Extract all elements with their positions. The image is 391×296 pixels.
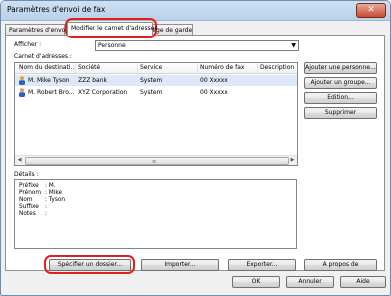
col-header-service[interactable]: Service — [140, 64, 162, 71]
col-header-societe[interactable]: Société — [78, 64, 100, 71]
cell-fax: 00 Xxxxx — [200, 89, 228, 96]
about-button[interactable]: A propos de — [304, 259, 377, 271]
cell-service: System — [140, 77, 163, 84]
tab-parametres-envoi[interactable]: Paramètres d'envoi — [5, 24, 67, 35]
delete-button[interactable]: Supprimer — [304, 107, 377, 119]
detail-key: Prénom — [19, 190, 42, 196]
cell-nom: M. Robert Bro... — [28, 89, 75, 96]
edit-button[interactable]: Edition... — [304, 92, 377, 104]
col-header-fax[interactable]: Numéro de fax — [200, 64, 245, 71]
horizontal-scrollbar[interactable]: ◀ ≡ ▶ — [15, 155, 297, 165]
detail-key: Nom — [19, 197, 33, 203]
title-bar[interactable]: Paramètres d'envoi de fax ✕ — [1, 1, 390, 21]
detail-key: Notes — [19, 211, 36, 217]
tab-modifier-carnet[interactable]: Modifier le carnet d'adresses — [67, 22, 158, 36]
scroll-left-icon[interactable]: ◀ — [15, 156, 24, 165]
window-title: Paramètres d'envoi de fax — [7, 5, 106, 14]
specify-folder-button[interactable]: Spécifier un dossier... — [49, 259, 131, 271]
afficher-label: Afficher : — [14, 41, 42, 48]
cell-service: System — [140, 89, 163, 96]
close-button[interactable]: ✕ — [356, 3, 386, 18]
scrollbar-thumb[interactable]: ≡ — [25, 157, 289, 165]
afficher-value: Personne — [98, 42, 126, 49]
detail-value: : Mike — [45, 190, 63, 196]
afficher-select[interactable]: Personne ▼ — [95, 40, 299, 51]
cell-societe: XYZ Corporation — [78, 89, 128, 96]
cell-societe: ZZZ bank — [78, 77, 108, 84]
details-box: Préfixe : M. Prénom : Mike Nom : Tyson S… — [14, 179, 297, 249]
detail-value: : M. — [45, 183, 56, 189]
scroll-right-icon[interactable]: ▶ — [288, 156, 297, 165]
grip-icon: ≡ — [152, 159, 157, 165]
details-label: Détails : — [14, 171, 39, 178]
list-header: Nom du destinati... Société Service Numé… — [15, 63, 297, 74]
help-button[interactable]: Aide — [340, 276, 386, 288]
person-icon — [19, 88, 25, 97]
dialog-window: Paramètres d'envoi de fax ✕ Paramètres d… — [0, 0, 391, 296]
detail-value: : — [45, 211, 47, 217]
chevron-down-icon: ▼ — [291, 42, 296, 49]
col-header-description[interactable]: Description — [260, 64, 294, 71]
import-button[interactable]: Importer... — [141, 259, 219, 271]
detail-key: Suffixe — [19, 204, 39, 210]
table-row[interactable]: M. Robert Bro... XYZ Corporation System … — [15, 87, 297, 98]
export-button[interactable]: Exporter... — [228, 259, 296, 271]
col-header-nom[interactable]: Nom du destinati... — [19, 64, 76, 71]
carnet-label: Carnet d'adresses : — [14, 53, 72, 60]
add-person-button[interactable]: Ajouter une personne... — [304, 62, 377, 74]
add-group-button[interactable]: Ajouter un groupe... — [304, 77, 377, 89]
detail-value: : Tyson — [45, 197, 66, 203]
detail-key: Préfixe — [19, 183, 39, 189]
address-list[interactable]: Nom du destinati... Société Service Numé… — [14, 62, 298, 166]
table-row[interactable]: M. Mike Tyson ZZZ bank System 00 Xxxxx — [15, 75, 297, 86]
cell-nom: M. Mike Tyson — [28, 77, 70, 84]
ok-button[interactable]: OK — [232, 276, 280, 288]
detail-value: : — [45, 204, 47, 210]
person-icon — [19, 76, 25, 85]
cancel-button[interactable]: Annuler — [286, 276, 334, 288]
cell-fax: 00 Xxxxx — [200, 77, 228, 84]
